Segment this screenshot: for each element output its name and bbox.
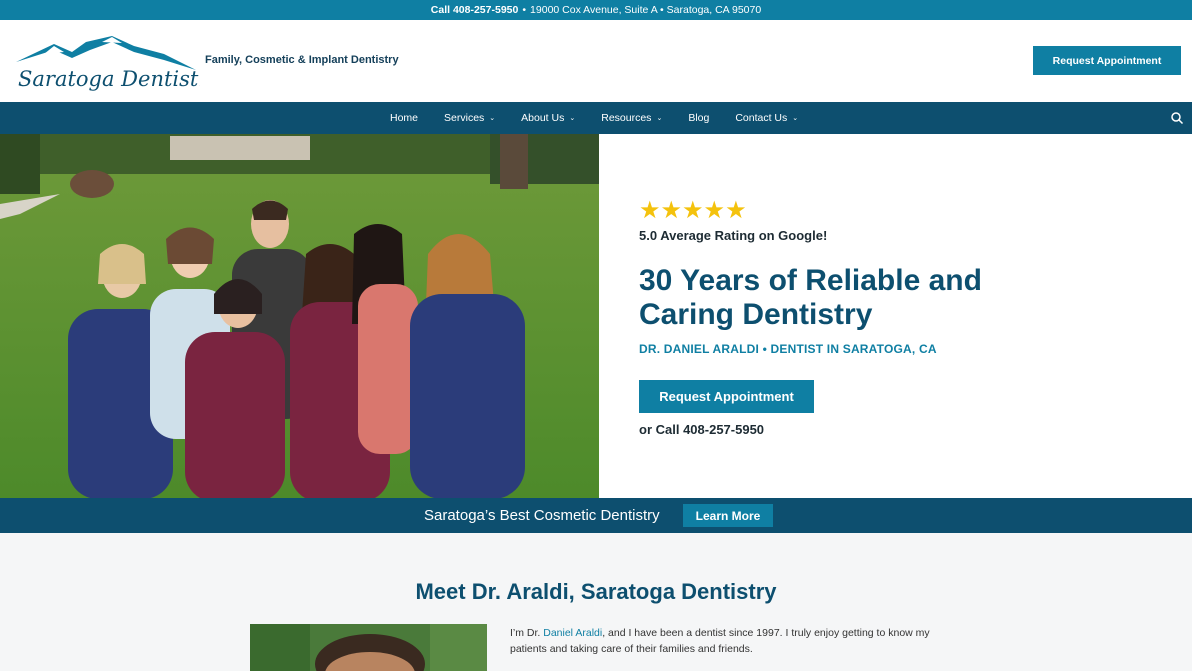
- topbar-phone-link[interactable]: Call 408-257-5950: [431, 4, 519, 16]
- nav-item-label: Home: [390, 112, 419, 124]
- nav-item-label: About Us: [521, 112, 565, 124]
- site-logo[interactable]: Saratoga Dentistry: [14, 32, 200, 92]
- topbar-separator: •: [522, 4, 527, 16]
- doctor-name-link[interactable]: Daniel Araldi: [543, 627, 602, 639]
- site-header: Saratoga Dentistry Family, Cosmetic & Im…: [0, 20, 1192, 102]
- search-icon[interactable]: [1170, 111, 1184, 125]
- nav-item-about-us[interactable]: About Us ⌄: [521, 112, 575, 124]
- hero-call-link[interactable]: or Call 408-257-5950: [639, 422, 764, 437]
- learn-more-button[interactable]: Learn More: [683, 504, 773, 527]
- topbar-address: 19000 Cox Avenue, Suite A • Saratoga, CA…: [530, 4, 762, 16]
- hero-content: ★★★★★ 5.0 Average Rating on Google! 30 Y…: [599, 134, 1192, 498]
- nav-item-resources[interactable]: Resources ⌄: [601, 112, 662, 124]
- hero-title: 30 Years of Reliable and Caring Dentistr…: [639, 264, 982, 331]
- logo-wordmark: Saratoga Dentistry: [18, 67, 200, 91]
- chevron-down-icon: ⌄: [656, 115, 663, 122]
- meet-doctor-section: Meet Dr. Araldi, Saratoga Dentistry I’m …: [0, 533, 1192, 671]
- banner-text: Saratoga’s Best Cosmetic Dentistry: [424, 507, 660, 524]
- meet-intro-text: I’m Dr. Daniel Araldi, and I have been a…: [510, 625, 940, 657]
- top-info-bar: Call 408-257-5950 • 19000 Cox Avenue, Su…: [0, 0, 1192, 20]
- header-tagline: Family, Cosmetic & Implant Dentistry: [205, 54, 399, 66]
- chevron-down-icon: ⌄: [569, 115, 576, 122]
- hero-request-appointment-button[interactable]: Request Appointment: [639, 380, 814, 413]
- meet-title: Meet Dr. Araldi, Saratoga Dentistry: [415, 579, 777, 604]
- nav-item-label: Resources: [601, 112, 652, 124]
- nav-item-label: Blog: [688, 112, 710, 124]
- nav-item-home[interactable]: Home: [390, 112, 418, 124]
- chevron-down-icon: ⌄: [489, 115, 496, 122]
- nav-item-label: Services: [444, 112, 485, 124]
- doctor-photo: [250, 624, 487, 671]
- nav-item-blog[interactable]: Blog: [688, 112, 709, 124]
- google-rating-text: 5.0 Average Rating on Google!: [639, 228, 828, 243]
- nav-item-contact-us[interactable]: Contact Us ⌄: [735, 112, 798, 124]
- team-photo: [0, 134, 599, 498]
- rating-stars: ★★★★★: [639, 197, 747, 224]
- hero-subtitle: DR. DANIEL ARALDI • DENTIST IN SARATOGA,…: [639, 342, 937, 356]
- main-nav: Home Services ⌄ About Us ⌄ Resources ⌄ Blog…: [0, 102, 1192, 134]
- header-request-appointment-button[interactable]: Request Appointment: [1033, 46, 1181, 75]
- cosmetic-banner: Saratoga’s Best Cosmetic Dentistry Learn…: [0, 498, 1192, 533]
- chevron-down-icon: ⌄: [792, 115, 799, 122]
- nav-item-label: Contact Us: [735, 112, 788, 124]
- nav-item-services[interactable]: Services ⌄: [444, 112, 495, 124]
- intro-text-start: I’m Dr.: [510, 627, 544, 639]
